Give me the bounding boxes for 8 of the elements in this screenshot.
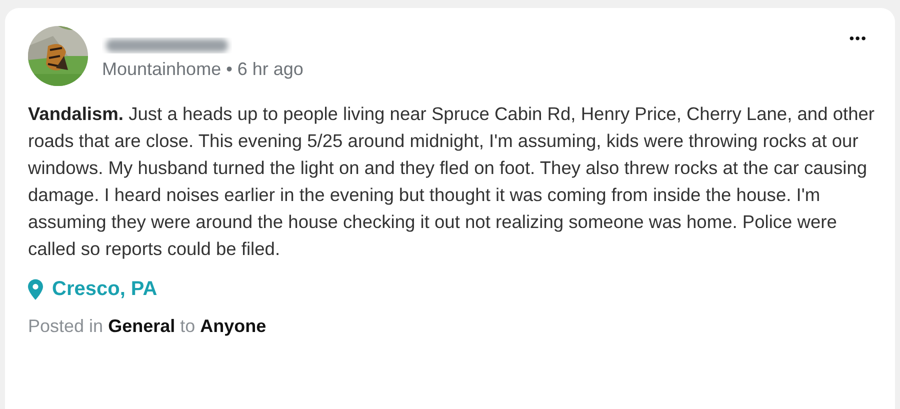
menu-button[interactable]: ••• xyxy=(845,26,871,50)
location-link[interactable]: Cresco, PA xyxy=(52,278,158,301)
post-text: Vandalism. Just a heads up to people living near Spruce Cabin Rd, Henry Price, Cherry Lane, and other roads that are close. This evening 5/25 around midnight, I'm assuming, kids were throwing rocks at our windows. My husband turned the light on and they fled on foot. They also threw rocks at the car causing damage. I heard noises earlier in the evening but thought it was coming from inside the house. I'm assuming they were around the house checking it out not realizing someone was home. Police were called so reports could be filed. xyxy=(28,102,876,261)
location-pin-icon xyxy=(28,279,43,300)
post-time: 6 hr ago xyxy=(237,58,304,80)
neighborhood-link[interactable]: Mountainhome xyxy=(102,58,222,80)
separator-dot: • xyxy=(226,58,232,80)
posted-in-text: Posted in General to Anyone xyxy=(28,316,268,337)
